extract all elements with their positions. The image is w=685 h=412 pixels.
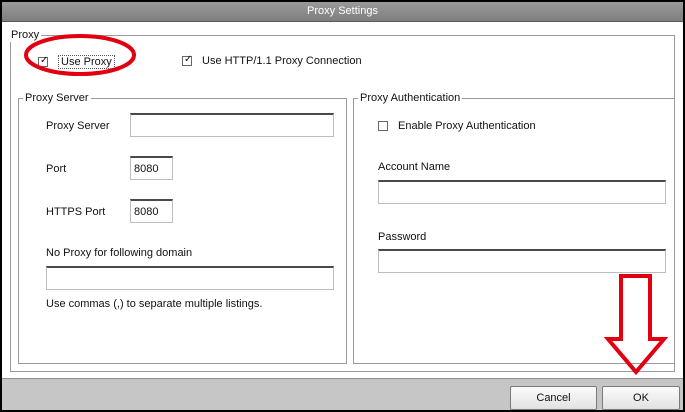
proxy-server-input[interactable] [130,113,334,137]
https-port-input[interactable] [130,199,173,223]
no-proxy-hint: Use commas (,) to separate multiple list… [46,298,263,310]
use-http11-label: Use HTTP/1.1 Proxy Connection [202,55,362,67]
password-input[interactable] [378,249,666,273]
enable-auth-checkbox[interactable]: Enable Proxy Authentication [378,120,536,132]
proxy-settings-window: Proxy Settings Proxy ✓ Use Proxy ✓ Use H… [0,0,685,412]
no-proxy-input[interactable] [46,266,334,290]
account-name-input[interactable] [378,180,666,204]
proxy-auth-legend: Proxy Authentication [358,92,463,105]
checkmark-icon: ✓ [40,55,49,66]
use-proxy-checkbox-box[interactable]: ✓ [38,55,49,67]
no-proxy-label: No Proxy for following domain [46,247,193,259]
proxy-server-label: Proxy Server [46,120,110,132]
ok-button[interactable]: OK [602,386,680,410]
port-label: Port [46,163,67,175]
account-name-label: Account Name [378,161,451,173]
cancel-button[interactable]: Cancel [510,386,597,410]
use-proxy-label: Use Proxy [58,55,115,69]
use-http11-checkbox-box[interactable]: ✓ [182,54,193,66]
use-proxy-checkbox[interactable]: ✓ Use Proxy [38,55,115,69]
password-label: Password [378,231,427,243]
proxy-server-group: Proxy Server [18,92,347,364]
enable-auth-label: Enable Proxy Authentication [398,120,536,132]
window-title: Proxy Settings [307,5,378,17]
title-bar: Proxy Settings [2,2,683,22]
checkmark-icon: ✓ [184,54,193,65]
proxy-group-legend: Proxy [9,29,42,42]
proxy-server-legend: Proxy Server [23,92,91,105]
use-http11-checkbox[interactable]: ✓ Use HTTP/1.1 Proxy Connection [182,54,362,67]
enable-auth-checkbox-box[interactable] [378,121,388,131]
https-port-label: HTTPS Port [46,206,106,218]
port-input[interactable] [130,156,173,180]
